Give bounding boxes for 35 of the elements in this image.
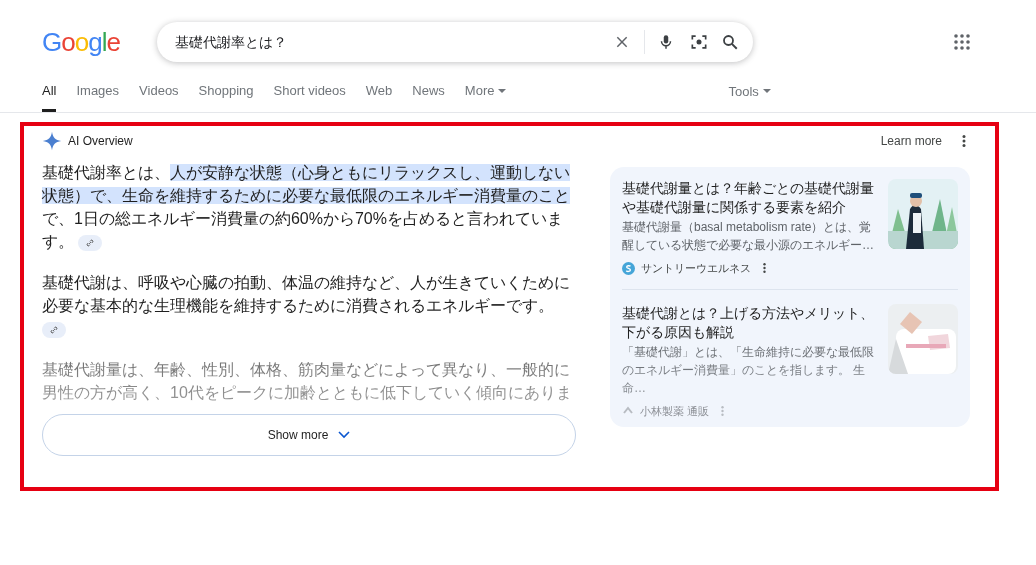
tools-button[interactable]: Tools <box>728 83 771 112</box>
site-name[interactable]: サントリーウエルネス <box>641 260 751 277</box>
show-more-button[interactable]: Show more <box>42 414 576 456</box>
search-tab[interactable]: More <box>464 83 507 112</box>
site-icon <box>622 261 635 275</box>
learn-more-link[interactable]: Learn more <box>880 132 942 150</box>
clear-icon[interactable] <box>614 34 630 50</box>
search-tab[interactable]: News <box>412 83 445 112</box>
link-icon[interactable] <box>78 234 103 251</box>
overview-paragraph: 基礎代謝は、呼吸や心臓の拍動、体温の維持など、人が生きていくために必要な基本的な生理機能を維持するために消費されるエネルギーです。 <box>42 271 576 340</box>
search-query: 基礎代謝率とは？ <box>175 32 288 52</box>
source-title[interactable]: 基礎代謝量とは？年齢ごとの基礎代謝量や基礎代謝量に関係する要素を紹介 <box>622 179 876 217</box>
caret-icon <box>762 89 771 94</box>
section-title: AI Overview <box>68 133 133 150</box>
source-snippet: 基礎代謝量（basal metabolism rate）とは、覚醒している状態で必要な最小源のエネルギー… <box>622 219 875 254</box>
search-icon[interactable] <box>721 33 739 51</box>
camera-icon[interactable] <box>689 32 709 52</box>
chevron-down-icon <box>338 431 351 439</box>
sparkle-icon <box>42 131 62 151</box>
link-icon[interactable] <box>42 321 66 338</box>
search-tab[interactable]: All <box>42 83 57 112</box>
source-title[interactable]: 基礎代謝とは？上げる方法やメリット、下がる原因も解説 <box>622 303 876 342</box>
google-logo[interactable]: Google <box>42 22 157 62</box>
more-options-icon[interactable] <box>763 263 766 274</box>
search-tab[interactable]: Images <box>76 83 120 112</box>
search-field[interactable]: 基礎代謝率とは？ <box>157 22 753 62</box>
caret-icon <box>498 88 507 94</box>
site-name[interactable]: 小林製薬 通販 <box>640 402 710 419</box>
search-tab[interactable]: Web <box>365 83 393 112</box>
more-options-icon[interactable] <box>962 135 966 147</box>
search-tab[interactable]: Short videos <box>273 83 346 112</box>
search-tab[interactable]: Shopping <box>198 83 254 112</box>
search-tab[interactable]: Videos <box>139 83 179 112</box>
overview-paragraph: 基礎代謝率とは、人が安静な状態（心身ともにリラックスし、運動しない状態）で、生命を維持するために必要な最低限のエネルギー消費量のこと で、1日の総エネルギー消費量の約60%から70%を占めると言われています。 <box>42 163 571 253</box>
apps-grid-icon[interactable] <box>954 34 970 50</box>
